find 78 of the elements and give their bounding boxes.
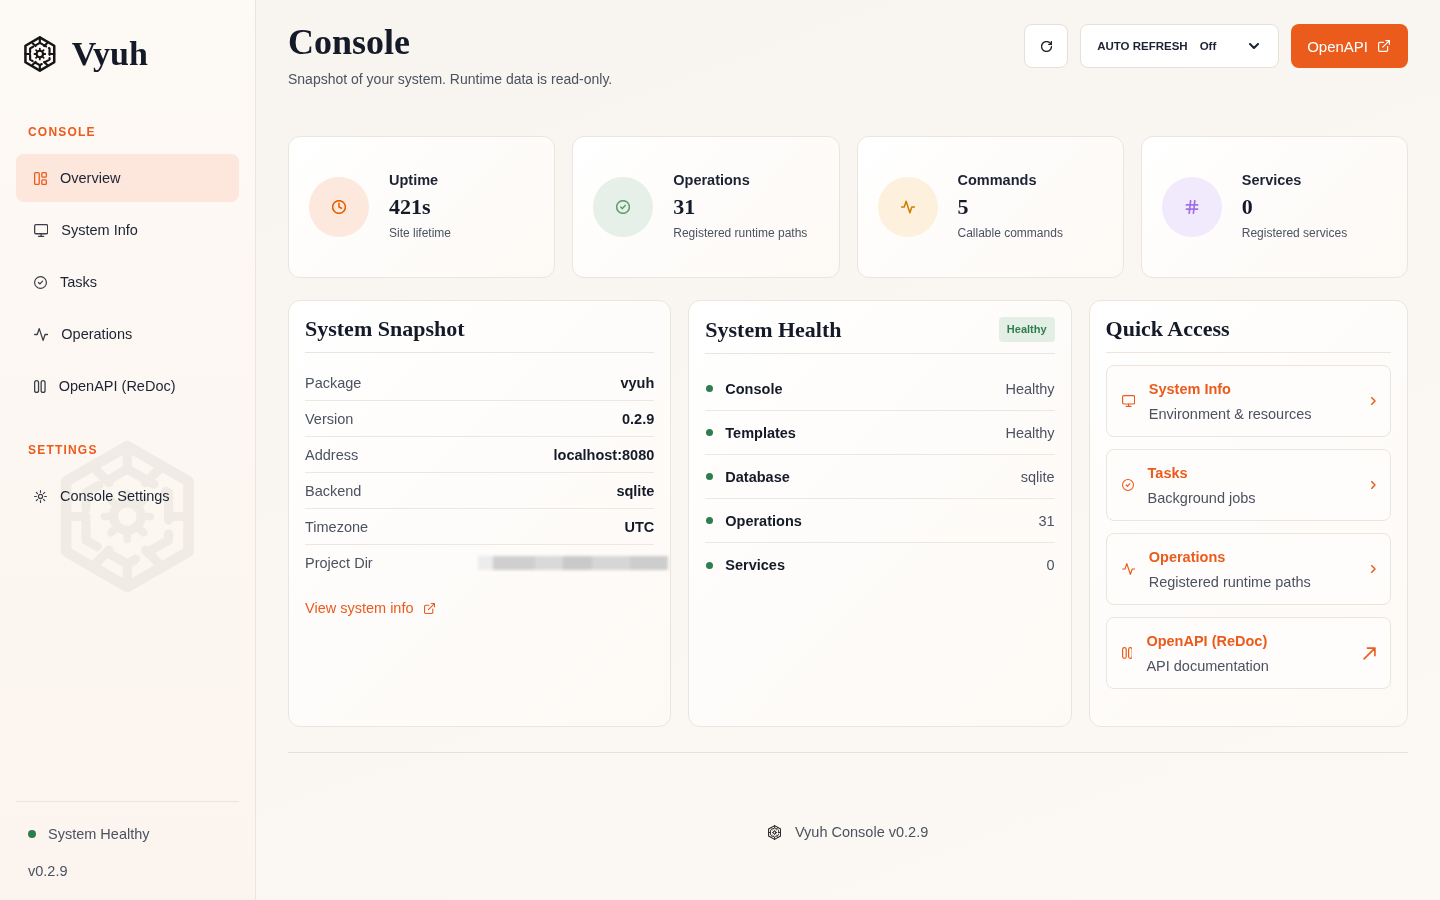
- chevron-right-icon: [1371, 481, 1376, 489]
- service-status: 31: [1038, 512, 1055, 529]
- quick-access-link[interactable]: System Info Environment & resources: [1105, 365, 1391, 437]
- check-circle-icon: [1121, 479, 1134, 491]
- service-status: 0: [1046, 557, 1055, 573]
- stat-label: Services: [1241, 171, 1302, 190]
- columns-icon: [1121, 647, 1133, 659]
- field-label: Project Dir: [305, 555, 373, 571]
- page-title: Console: [288, 24, 411, 60]
- stat-value: 31: [673, 193, 696, 221]
- quick-access-link[interactable]: OpenAPI (ReDoc) API documentation: [1105, 617, 1391, 689]
- nav-item[interactable]: Console Settings: [16, 472, 239, 520]
- stat-label: Operations: [673, 171, 750, 190]
- service-status: Healthy: [1005, 424, 1055, 441]
- page-subtitle: Snapshot of your system. Runtime data is read-only.: [288, 70, 613, 88]
- stat-value: 0: [1241, 193, 1253, 221]
- section-heading: CONSOLE: [27, 124, 97, 140]
- pulse-icon: [1121, 563, 1135, 575]
- panels-icon: [34, 171, 47, 185]
- field-value: localhost:8080: [553, 446, 655, 463]
- nav-item[interactable]: System Info: [16, 206, 239, 254]
- service-name: Services: [725, 557, 785, 573]
- field-value: UTC: [624, 518, 655, 535]
- pulse-icon: [34, 327, 49, 341]
- field-label: Version: [305, 410, 354, 427]
- service-status: sqlite: [1020, 468, 1055, 485]
- status-text: System Healthy: [48, 826, 150, 842]
- stat-value: 421s: [389, 193, 431, 221]
- footer-text: Vyuh Console v0.2.9: [794, 823, 929, 842]
- field-value: 0.2.9: [622, 410, 655, 427]
- service-name: Operations: [725, 512, 802, 529]
- logo-icon: [767, 824, 781, 840]
- field-value: vyuh: [620, 374, 655, 391]
- stat-caption: Site lifetime: [389, 225, 452, 242]
- panel-title: System Health: [705, 317, 842, 342]
- nav-item[interactable]: Tasks: [16, 258, 239, 306]
- brand-name: Vyuh: [71, 36, 148, 72]
- chevron-right-icon: [1371, 565, 1376, 573]
- nav-item[interactable]: OpenAPI (ReDoc): [16, 362, 239, 410]
- panel-title: Quick Access: [1105, 317, 1230, 341]
- service-name: Templates: [725, 424, 796, 441]
- stat-caption: Callable commands: [957, 225, 1063, 242]
- auto-refresh-dropdown[interactable]: AUTO REFRESH Off: [1080, 24, 1280, 68]
- logo-icon: [24, 36, 56, 72]
- field-label: Timezone: [305, 518, 369, 535]
- monitor-icon: [34, 223, 49, 237]
- settings-icon: [34, 489, 47, 503]
- stat-value: 5: [957, 193, 969, 221]
- external-link-icon: [1378, 40, 1390, 52]
- stat-label: Uptime: [389, 171, 439, 190]
- section-heading: SETTINGS: [27, 442, 99, 458]
- service-status: Healthy: [1005, 380, 1055, 397]
- field-label: Address: [305, 446, 359, 463]
- service-name: Database: [725, 468, 790, 485]
- monitor-icon: [1121, 395, 1135, 407]
- field-label: Package: [305, 374, 362, 391]
- chevron-down-icon: [1249, 43, 1260, 49]
- status-badge: Healthy: [998, 317, 1055, 342]
- field-label: Backend: [305, 482, 362, 499]
- nav-item[interactable]: Operations: [16, 310, 239, 358]
- version-text: v0.2.9: [28, 863, 68, 879]
- stat-caption: Registered services: [1241, 225, 1348, 242]
- nav-item[interactable]: Overview: [16, 154, 239, 202]
- field-value: sqlite: [616, 482, 655, 499]
- quick-access-link[interactable]: Operations Registered runtime paths: [1105, 533, 1391, 605]
- view-system-info-link[interactable]: View system info: [305, 599, 435, 617]
- columns-icon: [34, 379, 46, 393]
- service-name: Console: [725, 380, 783, 397]
- chevron-right-icon: [1371, 397, 1376, 405]
- stat-caption: Registered runtime paths: [673, 225, 808, 242]
- check-circle-icon: [34, 275, 47, 289]
- external-link-icon: [423, 602, 435, 614]
- panel-title: System Snapshot: [305, 317, 465, 341]
- quick-access-link[interactable]: Tasks Background jobs: [1105, 449, 1391, 521]
- refresh-button[interactable]: [1024, 24, 1069, 68]
- arrow-up-right-icon: [1363, 646, 1376, 660]
- refresh-icon: [1040, 40, 1052, 52]
- stat-label: Commands: [957, 171, 1037, 190]
